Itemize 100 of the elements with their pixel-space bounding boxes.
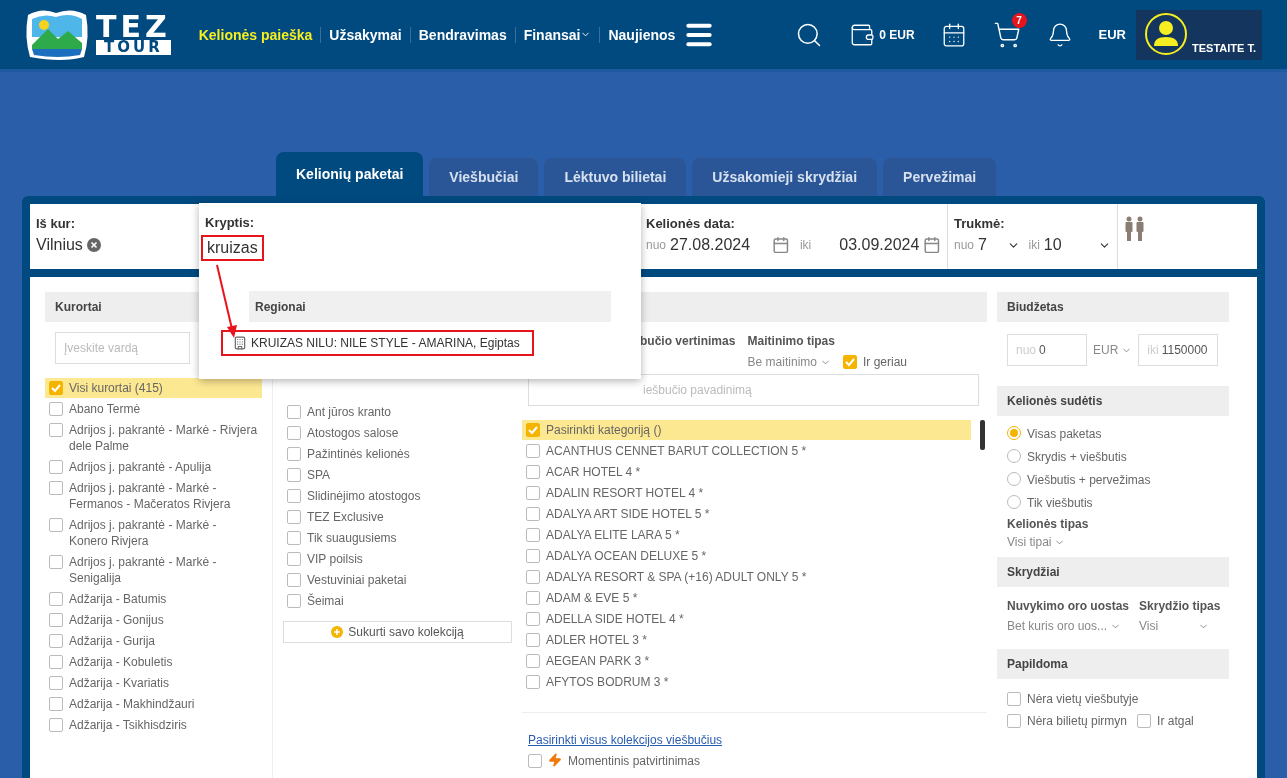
airport-select[interactable]: Bet kuris oro uos... <box>1007 619 1130 633</box>
option-label: ADALIN RESORT HOTEL 4 * <box>546 485 704 501</box>
checkbox[interactable] <box>526 465 540 479</box>
tab[interactable]: Užsakomieji skrydžiai <box>692 158 878 196</box>
tab[interactable]: Kelionių paketai <box>276 152 424 196</box>
select-all-link[interactable]: Pasirinkti visus kolekcijos viešbučius <box>528 733 987 747</box>
flight-type-select[interactable]: Visi <box>1139 619 1210 633</box>
checkbox[interactable] <box>287 405 301 419</box>
tab[interactable]: Pervežimai <box>883 158 997 196</box>
option-label: Nėra vietų viešbutyje <box>1027 691 1139 707</box>
currency-select[interactable]: EUR <box>1093 343 1133 357</box>
option-label: Abano Termė <box>69 401 141 417</box>
origin-field[interactable]: Vilnius <box>36 236 83 254</box>
checkbox[interactable] <box>287 594 301 608</box>
option-label: Skrydis + viešbutis <box>1027 449 1127 465</box>
checkbox[interactable] <box>287 468 301 482</box>
avatar-icon <box>1144 11 1188 56</box>
checkbox[interactable] <box>526 486 540 500</box>
date-field[interactable]: 27.08.2024 <box>670 236 765 254</box>
filter-label: Skrydžio tipas <box>1139 599 1221 613</box>
wallet-button[interactable]: 0 EUR <box>849 21 915 48</box>
checkbox[interactable] <box>49 481 63 495</box>
group-header: Regionai <box>249 291 611 322</box>
option-label: Adžarija - Tsikhisdziris <box>69 717 187 733</box>
field-label: Kryptis: <box>205 215 256 230</box>
option-label: Atostogos salose <box>307 425 399 441</box>
checkbox[interactable] <box>528 754 542 768</box>
date-field[interactable]: 03.09.2024 <box>839 236 920 254</box>
prefix-label: nuo <box>954 238 975 252</box>
nav-link[interactable]: Kelionės paieška <box>190 26 321 43</box>
option-label: Adžarija - Gurija <box>69 633 156 649</box>
checkbox[interactable] <box>49 402 63 416</box>
checkbox[interactable] <box>526 528 540 542</box>
checkbox[interactable] <box>526 633 540 647</box>
checkbox[interactable] <box>526 654 540 668</box>
checkbox[interactable] <box>287 510 301 524</box>
option-label: Tik suaugusiems <box>307 530 397 546</box>
clear-icon[interactable] <box>86 238 101 252</box>
checkbox[interactable] <box>526 591 540 605</box>
travelers-icon[interactable] <box>1124 216 1146 242</box>
nav-link[interactable]: Naujienos <box>599 26 684 43</box>
checkbox[interactable] <box>49 555 63 569</box>
checkbox[interactable] <box>526 444 540 458</box>
checkbox[interactable] <box>49 460 63 474</box>
option-label: ADLER HOTEL 3 * <box>546 632 647 648</box>
checkbox[interactable] <box>1007 714 1021 728</box>
checkbox[interactable] <box>526 507 540 521</box>
filter-label: bučio vertinimas <box>640 334 736 348</box>
trip-type-select[interactable]: Visi tipai <box>1007 535 1229 549</box>
option-label: Adžarija - Batumis <box>69 591 167 607</box>
nights-select[interactable]: 10 <box>1043 236 1111 254</box>
nav-link[interactable]: Užsakymai <box>320 26 410 43</box>
option-label: TEZ Exclusive <box>307 509 384 525</box>
nav-link[interactable]: Finansai <box>514 26 600 43</box>
checkbox[interactable] <box>526 675 540 689</box>
nav-link[interactable]: Bendravimas <box>409 26 515 43</box>
prefix-label: iki <box>1028 238 1040 252</box>
checkbox[interactable] <box>287 426 301 440</box>
suggestion-item[interactable]: KRUIZAS NILU: NILE STYLE - AMARINA, Egiptas <box>221 330 534 356</box>
meal-select[interactable]: Be maitinimo <box>747 355 831 369</box>
destination-field[interactable]: kruizas <box>201 235 264 261</box>
option-label: Pasirinkti kategoriją () <box>546 422 662 438</box>
checkbox[interactable] <box>49 697 63 711</box>
checkbox[interactable] <box>526 423 540 437</box>
checkbox[interactable] <box>1007 692 1021 706</box>
option-label: ACANTHUS CENNET BARUT COLLECTION 5 * <box>546 443 807 459</box>
checkbox[interactable] <box>49 613 63 627</box>
lightning-icon <box>548 753 562 767</box>
checkbox[interactable] <box>49 676 63 690</box>
checkbox[interactable] <box>49 655 63 669</box>
option-label: Tik viešbutis <box>1027 495 1093 511</box>
option-label: ADALYA OCEAN DELUXE 5 * <box>546 548 707 564</box>
checkbox[interactable] <box>1137 714 1152 728</box>
checkbox[interactable] <box>526 570 540 584</box>
tab[interactable]: Viešbučiai <box>429 158 539 196</box>
nights-select[interactable]: 7 <box>978 236 1021 254</box>
checkbox[interactable] <box>49 381 63 395</box>
checkbox[interactable] <box>49 518 63 532</box>
checkbox[interactable] <box>49 718 63 732</box>
option-label: Adrijos j. pakrantė - Markė - Fermanos - Mačeratos Rivjera <box>69 480 232 512</box>
option-label: Adrijos j. pakrantė - Markė - Konero Rivjera <box>69 517 218 549</box>
checkbox[interactable] <box>287 531 301 545</box>
checkbox[interactable] <box>287 489 301 503</box>
checkbox[interactable] <box>287 573 301 587</box>
checkbox[interactable] <box>49 423 63 437</box>
option-label: ADALYA ELITE LARA 5 * <box>546 527 680 543</box>
checkbox[interactable] <box>287 447 301 461</box>
checkbox[interactable] <box>49 592 63 606</box>
checkbox[interactable] <box>526 549 540 563</box>
checkbox[interactable] <box>49 634 63 648</box>
option-label: ADELLA SIDE HOTEL 4 * <box>546 611 684 627</box>
checkbox[interactable] <box>526 612 540 626</box>
checkbox[interactable] <box>842 355 857 369</box>
scrollbar[interactable] <box>980 420 985 450</box>
user-menu[interactable]: TESTAITE T. <box>1136 9 1262 60</box>
create-collection-button[interactable]: Sukurti savo kolekciją <box>283 621 512 643</box>
checkbox[interactable] <box>287 552 301 566</box>
filter-label: Nuvykimo oro uostas <box>1007 599 1130 613</box>
tab[interactable]: Lėktuvo bilietai <box>544 158 687 196</box>
currency-selector[interactable]: EUR <box>1098 27 1126 42</box>
